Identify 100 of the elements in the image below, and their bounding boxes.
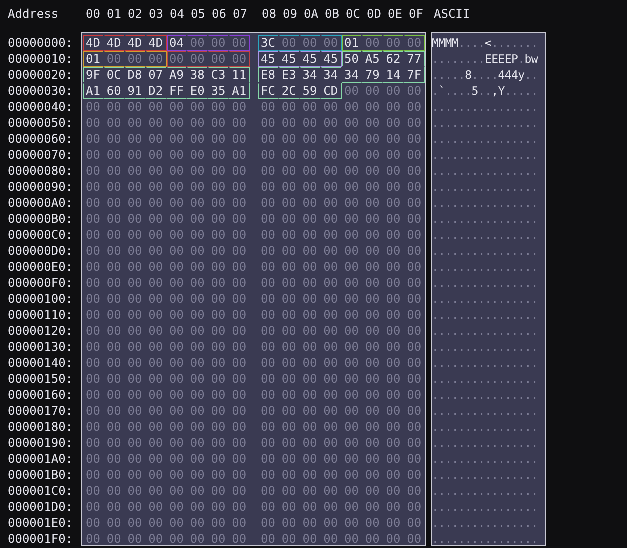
hex-byte[interactable]: 00 [187, 435, 208, 451]
hex-byte[interactable]: 00 [342, 419, 362, 435]
hex-byte[interactable]: 00 [320, 339, 342, 355]
hex-byte[interactable]: 00 [83, 195, 104, 211]
hex-byte[interactable]: 00 [208, 371, 230, 387]
hex-byte[interactable]: 00 [362, 243, 384, 259]
hex-byte[interactable]: 00 [104, 227, 125, 243]
hex-byte[interactable]: 00 [320, 211, 342, 227]
hex-byte[interactable]: 00 [166, 419, 188, 435]
hex-byte[interactable]: 00 [320, 467, 342, 483]
hex-byte[interactable]: 00 [362, 499, 384, 515]
hex-byte[interactable]: 00 [124, 467, 146, 483]
hex-byte[interactable]: 00 [404, 515, 425, 531]
hex-byte[interactable]: 01 [83, 51, 104, 67]
hex-byte[interactable]: 00 [208, 499, 230, 515]
hex-byte[interactable]: 00 [383, 211, 404, 227]
hex-byte[interactable]: 00 [104, 467, 125, 483]
hex-byte[interactable]: 00 [404, 307, 425, 323]
hex-byte[interactable]: 2C [278, 83, 300, 99]
hex-byte[interactable]: 00 [83, 355, 104, 371]
hex-byte[interactable]: 00 [83, 259, 104, 275]
hex-byte[interactable]: 00 [342, 115, 362, 131]
hex-byte[interactable]: 00 [278, 275, 300, 291]
hex-byte[interactable]: 00 [83, 499, 104, 515]
hex-byte[interactable]: 00 [124, 195, 146, 211]
hex-byte[interactable]: 00 [278, 483, 300, 499]
hex-byte[interactable]: 00 [146, 163, 166, 179]
hex-byte[interactable]: 00 [166, 179, 188, 195]
hex-byte[interactable]: 00 [362, 515, 384, 531]
hex-byte[interactable]: 00 [320, 259, 342, 275]
hex-byte[interactable]: 00 [146, 355, 166, 371]
hex-byte[interactable]: 00 [187, 131, 208, 147]
hex-byte[interactable]: 35 [208, 83, 230, 99]
hex-byte[interactable]: 00 [383, 35, 404, 51]
hex-byte[interactable]: 14 [383, 67, 404, 83]
hex-byte[interactable]: 00 [278, 259, 300, 275]
hex-byte[interactable]: 00 [104, 483, 125, 499]
hex-byte[interactable]: 00 [104, 387, 125, 403]
hex-byte[interactable]: 59 [300, 83, 321, 99]
hex-byte[interactable]: 00 [83, 435, 104, 451]
hex-byte[interactable]: 00 [208, 99, 230, 115]
hex-byte[interactable]: 00 [278, 371, 300, 387]
hex-byte[interactable]: 00 [258, 259, 279, 275]
hex-byte[interactable]: 00 [278, 291, 300, 307]
hex-byte[interactable]: 00 [124, 387, 146, 403]
hex-byte[interactable]: 00 [320, 35, 342, 51]
hex-byte[interactable]: 00 [258, 371, 279, 387]
hex-byte[interactable]: 00 [166, 483, 188, 499]
hex-byte[interactable]: 00 [300, 211, 321, 227]
hex-byte[interactable]: 00 [278, 227, 300, 243]
hex-byte[interactable]: 00 [124, 291, 146, 307]
hex-byte[interactable]: 00 [362, 99, 384, 115]
hex-byte[interactable]: 00 [320, 275, 342, 291]
hex-byte[interactable]: 00 [104, 291, 125, 307]
hex-byte[interactable]: 00 [208, 211, 230, 227]
hex-byte[interactable]: 00 [124, 163, 146, 179]
hex-byte[interactable]: 00 [342, 307, 362, 323]
hex-byte[interactable]: 00 [278, 163, 300, 179]
hex-byte[interactable]: 00 [83, 339, 104, 355]
hex-byte[interactable]: 00 [342, 435, 362, 451]
hex-byte[interactable]: 00 [383, 515, 404, 531]
hex-byte[interactable]: 00 [166, 131, 188, 147]
hex-byte[interactable]: 00 [187, 211, 208, 227]
hex-byte[interactable]: 00 [124, 435, 146, 451]
hex-byte[interactable]: 00 [166, 227, 188, 243]
hex-byte[interactable]: A1 [229, 83, 250, 99]
hex-byte[interactable]: 00 [383, 307, 404, 323]
hex-byte[interactable]: 00 [320, 115, 342, 131]
hex-byte[interactable]: 00 [404, 99, 425, 115]
hex-byte[interactable]: 00 [146, 243, 166, 259]
hex-byte[interactable]: 00 [404, 163, 425, 179]
hex-byte[interactable]: 00 [258, 323, 279, 339]
hex-byte[interactable]: 00 [166, 195, 188, 211]
hex-byte[interactable]: 00 [258, 115, 279, 131]
hex-byte[interactable]: 38 [187, 67, 208, 83]
hex-byte[interactable]: 00 [208, 243, 230, 259]
hex-byte[interactable]: 00 [146, 515, 166, 531]
hex-byte[interactable]: 00 [342, 451, 362, 467]
hex-byte[interactable]: 00 [404, 387, 425, 403]
hex-byte[interactable]: 00 [124, 307, 146, 323]
hex-byte[interactable]: 00 [300, 483, 321, 499]
hex-byte[interactable]: 00 [208, 195, 230, 211]
hex-byte[interactable]: 00 [187, 387, 208, 403]
hex-byte[interactable]: 0C [104, 67, 125, 83]
hex-byte[interactable]: 00 [362, 131, 384, 147]
hex-byte[interactable]: 00 [83, 483, 104, 499]
hex-byte[interactable]: 00 [300, 387, 321, 403]
hex-byte[interactable]: 00 [83, 227, 104, 243]
hex-byte[interactable]: 00 [187, 163, 208, 179]
hex-byte[interactable]: 00 [258, 195, 279, 211]
hex-byte[interactable]: 00 [300, 243, 321, 259]
hex-byte[interactable]: 00 [229, 467, 250, 483]
hex-byte[interactable]: 45 [300, 51, 321, 67]
hex-byte[interactable]: 00 [258, 435, 279, 451]
hex-byte[interactable]: 04 [166, 35, 188, 51]
hex-byte[interactable]: 45 [278, 51, 300, 67]
hex-byte[interactable]: 00 [278, 211, 300, 227]
hex-byte[interactable]: 45 [258, 51, 279, 67]
hex-byte[interactable]: 00 [187, 275, 208, 291]
hex-byte[interactable]: 00 [258, 307, 279, 323]
